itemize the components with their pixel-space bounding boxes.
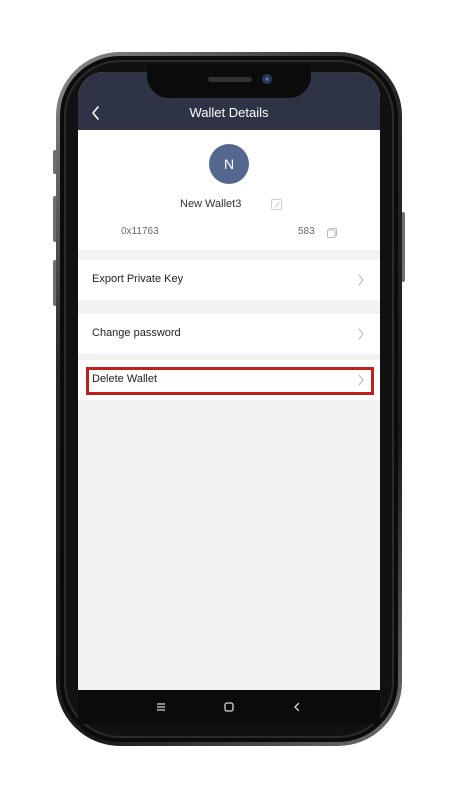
address-row: 0x11763 583 — [78, 224, 380, 240]
export-private-key-label: Export Private Key — [92, 273, 184, 285]
system-back-icon[interactable] — [288, 698, 306, 716]
avatar: N — [209, 144, 249, 184]
avatar-initial: N — [223, 156, 235, 172]
wallet-name: New Wallet3 — [180, 198, 242, 210]
delete-wallet-highlight — [86, 367, 374, 395]
wallet-profile: N New Wallet3 0x11763 583 — [78, 130, 380, 250]
chevron-right-icon — [358, 328, 364, 340]
page-title: Wallet Details — [189, 105, 269, 120]
change-password-label: Change password — [92, 327, 181, 339]
home-square-icon[interactable] — [220, 698, 238, 716]
address-end: 583 — [298, 226, 315, 237]
speaker-grille — [208, 77, 252, 82]
chevron-right-icon — [358, 274, 364, 286]
system-navigation-bar — [78, 690, 380, 724]
menu-lines-icon[interactable] — [152, 698, 170, 716]
address-start: 0x11763 — [121, 226, 159, 237]
copy-icon[interactable] — [326, 226, 338, 238]
wallet-name-row: New Wallet3 — [78, 196, 380, 214]
front-camera — [262, 74, 272, 84]
navigation-bar: Wallet Details — [78, 96, 380, 130]
export-private-key-item[interactable]: Export Private Key — [78, 260, 380, 300]
change-password-item[interactable]: Change password — [78, 314, 380, 354]
edit-icon[interactable] — [270, 198, 284, 212]
